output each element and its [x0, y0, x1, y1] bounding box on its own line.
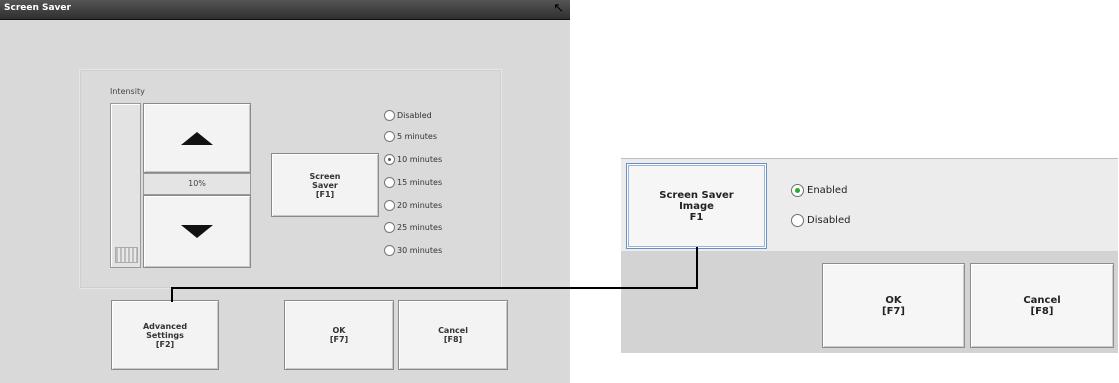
callout-connector-line	[171, 247, 698, 302]
